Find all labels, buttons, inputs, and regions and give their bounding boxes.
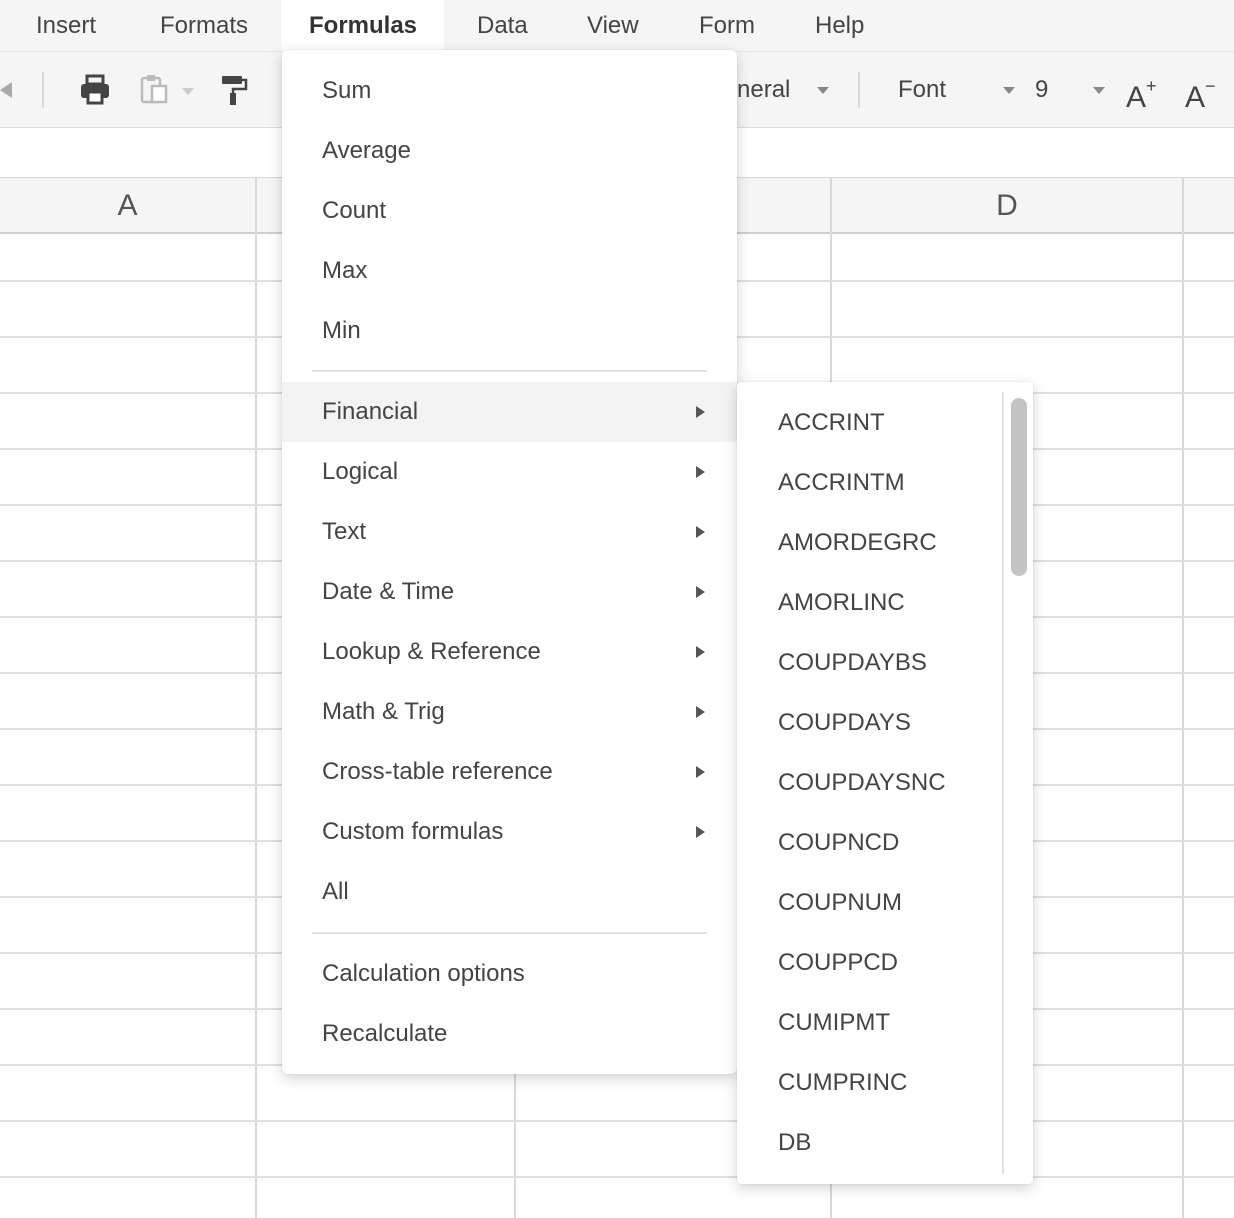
menu-item-date-time[interactable]: Date & Time bbox=[282, 562, 737, 622]
paste-dropdown-icon[interactable] bbox=[182, 88, 194, 95]
toolbar-divider bbox=[858, 72, 860, 108]
menu-formulas[interactable]: Formulas bbox=[282, 0, 445, 53]
decrease-font-label: A bbox=[1185, 81, 1206, 114]
function-item-coupdays[interactable]: COUPDAYS bbox=[737, 693, 1003, 753]
menu-item-date-time-label: Date & Time bbox=[322, 578, 455, 605]
menu-item-logical-label: Logical bbox=[322, 458, 399, 485]
menu-item-lookup-reference[interactable]: Lookup & Reference bbox=[282, 622, 737, 682]
decrease-font-sup: − bbox=[1205, 76, 1216, 96]
column-header-d[interactable]: D bbox=[831, 178, 1183, 232]
font-size-dropdown-icon[interactable] bbox=[1093, 87, 1105, 94]
menu-divider bbox=[312, 370, 707, 372]
increase-font-sup: + bbox=[1146, 76, 1157, 96]
column-header-a[interactable]: A bbox=[0, 178, 255, 232]
menu-item-math-trig[interactable]: Math & Trig bbox=[282, 682, 737, 742]
column-divider bbox=[1182, 178, 1184, 1218]
menu-item-financial-label: Financial bbox=[322, 398, 419, 425]
function-item-accrintm[interactable]: ACCRINTM bbox=[737, 453, 1003, 513]
function-item-coupdaybs[interactable]: COUPDAYBS bbox=[737, 633, 1003, 693]
formulas-menu: Sum Average Count Max Min Financial Logi… bbox=[282, 50, 737, 1074]
row-divider bbox=[0, 1120, 1234, 1122]
function-item-amorlinc[interactable]: AMORLINC bbox=[737, 573, 1003, 633]
menu-item-count[interactable]: Count bbox=[282, 181, 737, 241]
decrease-font-size-button[interactable]: A− bbox=[1185, 52, 1216, 128]
menu-item-lookup-reference-label: Lookup & Reference bbox=[322, 638, 541, 665]
increase-font-label: A bbox=[1126, 81, 1147, 114]
menu-help[interactable]: Help bbox=[815, 0, 864, 52]
menu-item-text-label: Text bbox=[322, 518, 367, 545]
scrollbar-track[interactable] bbox=[1002, 392, 1004, 1174]
menu-item-custom-formulas-label: Custom formulas bbox=[322, 818, 504, 845]
menu-view[interactable]: View bbox=[587, 0, 639, 52]
menu-item-all[interactable]: All bbox=[282, 862, 737, 922]
row-divider bbox=[0, 1176, 1234, 1178]
function-item-coupncd[interactable]: COUPNCD bbox=[737, 813, 1003, 873]
function-item-amordegrc[interactable]: AMORDEGRC bbox=[737, 513, 1003, 573]
function-item-cumipmt[interactable]: CUMIPMT bbox=[737, 993, 1003, 1053]
menu-formats[interactable]: Formats bbox=[160, 0, 248, 52]
menu-item-cross-table-reference-label: Cross-table reference bbox=[322, 758, 553, 785]
menu-item-cross-table-reference[interactable]: Cross-table reference bbox=[282, 742, 737, 802]
toolbar-divider bbox=[42, 72, 44, 108]
menu-item-max[interactable]: Max bbox=[282, 241, 737, 301]
chevron-right-icon bbox=[696, 466, 705, 478]
increase-font-size-button[interactable]: A+ bbox=[1126, 52, 1157, 128]
chevron-right-icon bbox=[696, 706, 705, 718]
function-item-couppcd[interactable]: COUPPCD bbox=[737, 933, 1003, 993]
paste-icon[interactable] bbox=[140, 74, 170, 106]
menu-item-text[interactable]: Text bbox=[282, 502, 737, 562]
font-family-select[interactable]: Font bbox=[898, 52, 946, 128]
number-format-dropdown-icon[interactable] bbox=[817, 87, 829, 94]
column-divider bbox=[255, 178, 257, 1218]
menu-item-custom-formulas[interactable]: Custom formulas bbox=[282, 802, 737, 862]
number-format-select[interactable]: neral bbox=[737, 52, 790, 128]
print-icon[interactable] bbox=[80, 74, 110, 106]
font-size-select[interactable]: 9 bbox=[1035, 52, 1048, 128]
menu-item-sum[interactable]: Sum bbox=[282, 61, 737, 121]
font-family-dropdown-icon[interactable] bbox=[1003, 87, 1015, 94]
menu-insert[interactable]: Insert bbox=[36, 0, 96, 52]
menu-data[interactable]: Data bbox=[477, 0, 528, 52]
function-item-coupnum[interactable]: COUPNUM bbox=[737, 873, 1003, 933]
function-item-db[interactable]: DB bbox=[737, 1113, 1003, 1173]
function-item-accrint[interactable]: ACCRINT bbox=[737, 393, 1003, 453]
chevron-right-icon bbox=[696, 586, 705, 598]
menu-item-recalculate[interactable]: Recalculate bbox=[282, 1004, 737, 1064]
function-item-cumprinc[interactable]: CUMPRINC bbox=[737, 1053, 1003, 1113]
menu-item-average[interactable]: Average bbox=[282, 121, 737, 181]
function-item-coupdaysnc[interactable]: COUPDAYSNC bbox=[737, 753, 1003, 813]
menu-item-min[interactable]: Min bbox=[282, 301, 737, 361]
menu-item-logical[interactable]: Logical bbox=[282, 442, 737, 502]
menu-item-math-trig-label: Math & Trig bbox=[322, 698, 445, 725]
chevron-right-icon bbox=[696, 406, 705, 418]
undo-icon[interactable] bbox=[0, 82, 12, 98]
menu-form[interactable]: Form bbox=[699, 0, 755, 52]
menu-item-calculation-options[interactable]: Calculation options bbox=[282, 944, 737, 1004]
chevron-right-icon bbox=[696, 826, 705, 838]
chevron-right-icon bbox=[696, 526, 705, 538]
menu-bar: Insert Formats Formulas Data View Form H… bbox=[0, 0, 1234, 53]
chevron-right-icon bbox=[696, 766, 705, 778]
menu-divider bbox=[312, 932, 707, 934]
scrollbar-thumb[interactable] bbox=[1011, 398, 1027, 576]
financial-submenu: ACCRINT ACCRINTM AMORDEGRC AMORLINC COUP… bbox=[737, 382, 1033, 1184]
format-painter-icon[interactable] bbox=[220, 74, 248, 106]
chevron-right-icon bbox=[696, 646, 705, 658]
menu-item-financial[interactable]: Financial bbox=[282, 382, 737, 442]
